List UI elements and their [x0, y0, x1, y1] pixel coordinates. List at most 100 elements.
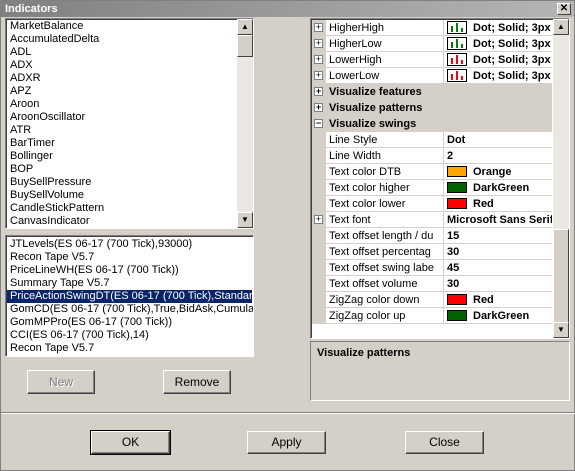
- grid-property-row[interactable]: Text offset percentag 30: [312, 244, 552, 260]
- property-value[interactable]: Microsoft Sans Serif,: [444, 212, 552, 228]
- scroll-thumb[interactable]: [237, 35, 253, 57]
- expand-icon[interactable]: +: [314, 71, 323, 80]
- scroll-down-button[interactable]: ▼: [237, 212, 253, 228]
- property-value[interactable]: 30: [444, 244, 552, 260]
- available-indicator-item[interactable]: ATR: [7, 124, 236, 137]
- remove-button[interactable]: Remove: [163, 370, 231, 394]
- green-bars-icon: [447, 21, 467, 34]
- available-indicator-item[interactable]: CanvasIndicator: [7, 215, 236, 228]
- grid-property-row[interactable]: Text color higher DarkGreen: [312, 180, 552, 196]
- available-indicators-list[interactable]: MarketBalance AccumulatedDelta ADL ADX ADXR A…: [5, 18, 254, 229]
- applied-indicator-item[interactable]: CCI(ES 06-17 (700 Tick),14): [7, 329, 252, 342]
- available-indicator-item[interactable]: APZ: [7, 85, 236, 98]
- property-value[interactable]: 45: [444, 260, 552, 276]
- property-grid-scrollbar[interactable]: ▲ ▼: [553, 19, 569, 338]
- available-indicator-item[interactable]: BarTimer: [7, 137, 236, 150]
- property-value-text: Dot; Solid; 3px: [473, 54, 551, 66]
- property-value[interactable]: Dot; Solid; 3px: [444, 36, 552, 52]
- property-value-text: DarkGreen: [473, 182, 530, 194]
- grid-property-row[interactable]: + LowerLow Dot; Solid; 3px: [312, 68, 552, 84]
- grid-property-row[interactable]: Line Width 2: [312, 148, 552, 164]
- close-button[interactable]: Close: [405, 431, 484, 454]
- grid-category-row[interactable]: − Visualize swings: [312, 116, 552, 132]
- applied-indicator-item[interactable]: GomMPPro(ES 06-17 (700 Tick)): [7, 316, 252, 329]
- property-name: Text offset percentag: [326, 244, 444, 260]
- ok-button-label: OK: [121, 435, 140, 449]
- grid-property-row[interactable]: + LowerHigh Dot; Solid; 3px: [312, 52, 552, 68]
- applied-indicators-list[interactable]: JTLevels(ES 06-17 (700 Tick),93000) Recon…: [5, 235, 254, 357]
- grid-property-row[interactable]: + Text font Microsoft Sans Serif,: [312, 212, 552, 228]
- expand-icon[interactable]: +: [314, 87, 323, 96]
- available-indicator-item[interactable]: CandleStickPattern: [7, 202, 236, 215]
- property-grid[interactable]: + HigherHigh Dot; Solid; 3px + HigherLow Dot;…: [310, 18, 570, 339]
- applied-indicator-item[interactable]: JTLevels(ES 06-17 (700 Tick),93000): [7, 238, 252, 251]
- available-indicator-item[interactable]: BOP: [7, 163, 236, 176]
- grid-property-row[interactable]: Text offset volume 30: [312, 276, 552, 292]
- grid-property-row[interactable]: Text color DTB Orange: [312, 164, 552, 180]
- property-value[interactable]: 15: [444, 228, 552, 244]
- property-value[interactable]: DarkGreen: [444, 308, 552, 324]
- apply-button[interactable]: Apply: [247, 431, 326, 454]
- applied-indicator-item[interactable]: GomCD(ES 06-17 (700 Tick),True,BidAsk,Cu…: [7, 303, 253, 316]
- available-indicator-item[interactable]: ADX: [7, 59, 236, 72]
- property-value[interactable]: Dot: [444, 132, 552, 148]
- available-indicator-item[interactable]: Aroon: [7, 98, 236, 111]
- available-indicator-item[interactable]: ADXR: [7, 72, 236, 85]
- applied-indicator-item[interactable]: Recon Tape V5.7: [7, 342, 252, 355]
- property-value-text: 30: [447, 246, 460, 258]
- expand-icon[interactable]: +: [314, 215, 323, 224]
- grid-scroll-thumb[interactable]: [553, 229, 569, 325]
- close-window-button[interactable]: ✕: [557, 3, 571, 15]
- grid-scroll-down-button[interactable]: ▼: [553, 322, 569, 338]
- property-value[interactable]: Orange: [444, 164, 552, 180]
- category-label: Visualize features: [329, 86, 422, 98]
- collapse-icon[interactable]: −: [314, 119, 323, 128]
- new-button[interactable]: New: [27, 370, 95, 394]
- property-value[interactable]: Red: [444, 292, 552, 308]
- divider: [1, 412, 575, 414]
- applied-indicator-item[interactable]: Recon Tape V5.7: [7, 251, 252, 264]
- available-indicator-item[interactable]: ADL: [7, 46, 236, 59]
- available-indicator-item[interactable]: Bollinger: [7, 150, 236, 163]
- property-value-text: Red: [473, 198, 494, 210]
- applied-indicator-item[interactable]: PriceLineWH(ES 06-17 (700 Tick)): [7, 264, 252, 277]
- grid-property-row[interactable]: ZigZag color up DarkGreen: [312, 308, 552, 324]
- ok-button[interactable]: OK: [90, 430, 171, 455]
- available-indicator-item[interactable]: AccumulatedDelta: [7, 33, 236, 46]
- title-bar: Indicators ✕: [1, 1, 574, 17]
- property-value[interactable]: 30: [444, 276, 552, 292]
- grid-category-row[interactable]: + Visualize patterns: [312, 100, 552, 116]
- grid-property-row[interactable]: + HigherHigh Dot; Solid; 3px: [312, 20, 552, 36]
- property-value[interactable]: 2: [444, 148, 552, 164]
- property-value[interactable]: Dot; Solid; 3px: [444, 52, 552, 68]
- property-value[interactable]: Dot; Solid; 3px: [444, 20, 552, 36]
- grid-property-row[interactable]: Text offset swing labe 45: [312, 260, 552, 276]
- expand-icon[interactable]: +: [314, 23, 323, 32]
- property-value[interactable]: Red: [444, 196, 552, 212]
- available-indicator-item[interactable]: BuySellVolume: [7, 189, 236, 202]
- grid-property-row[interactable]: ZigZag color down Red: [312, 292, 552, 308]
- property-value-text: Red: [473, 294, 494, 306]
- grid-property-row[interactable]: Text color lower Red: [312, 196, 552, 212]
- property-value[interactable]: Dot; Solid; 3px: [444, 68, 552, 84]
- expand-icon[interactable]: +: [314, 39, 323, 48]
- expand-icon[interactable]: +: [314, 103, 323, 112]
- grid-property-row[interactable]: Text offset length / du 15: [312, 228, 552, 244]
- scroll-up-button[interactable]: ▲: [237, 19, 253, 35]
- grid-property-row[interactable]: + HigherLow Dot; Solid; 3px: [312, 36, 552, 52]
- property-name: Text offset swing labe: [326, 260, 444, 276]
- grid-category-row[interactable]: + Visualize features: [312, 84, 552, 100]
- applied-indicator-item[interactable]: Summary Tape V5.7: [7, 277, 252, 290]
- expand-icon[interactable]: +: [314, 55, 323, 64]
- applied-indicator-item[interactable]: PriceActionSwingDT(ES 06-17 (700 Tick),S…: [7, 290, 253, 303]
- property-value[interactable]: DarkGreen: [444, 180, 552, 196]
- grid-scroll-up-button[interactable]: ▲: [553, 19, 569, 35]
- available-indicator-item[interactable]: BuySellPressure: [7, 176, 236, 189]
- grid-property-row[interactable]: Line Style Dot: [312, 132, 552, 148]
- available-indicator-item[interactable]: AroonOscillator: [7, 111, 236, 124]
- available-indicator-item[interactable]: MarketBalance: [7, 20, 236, 33]
- property-value-text: 15: [447, 230, 460, 242]
- property-name: LowerLow: [326, 68, 444, 84]
- property-value-text: Dot: [447, 134, 466, 146]
- available-list-scrollbar[interactable]: ▲ ▼: [237, 19, 253, 228]
